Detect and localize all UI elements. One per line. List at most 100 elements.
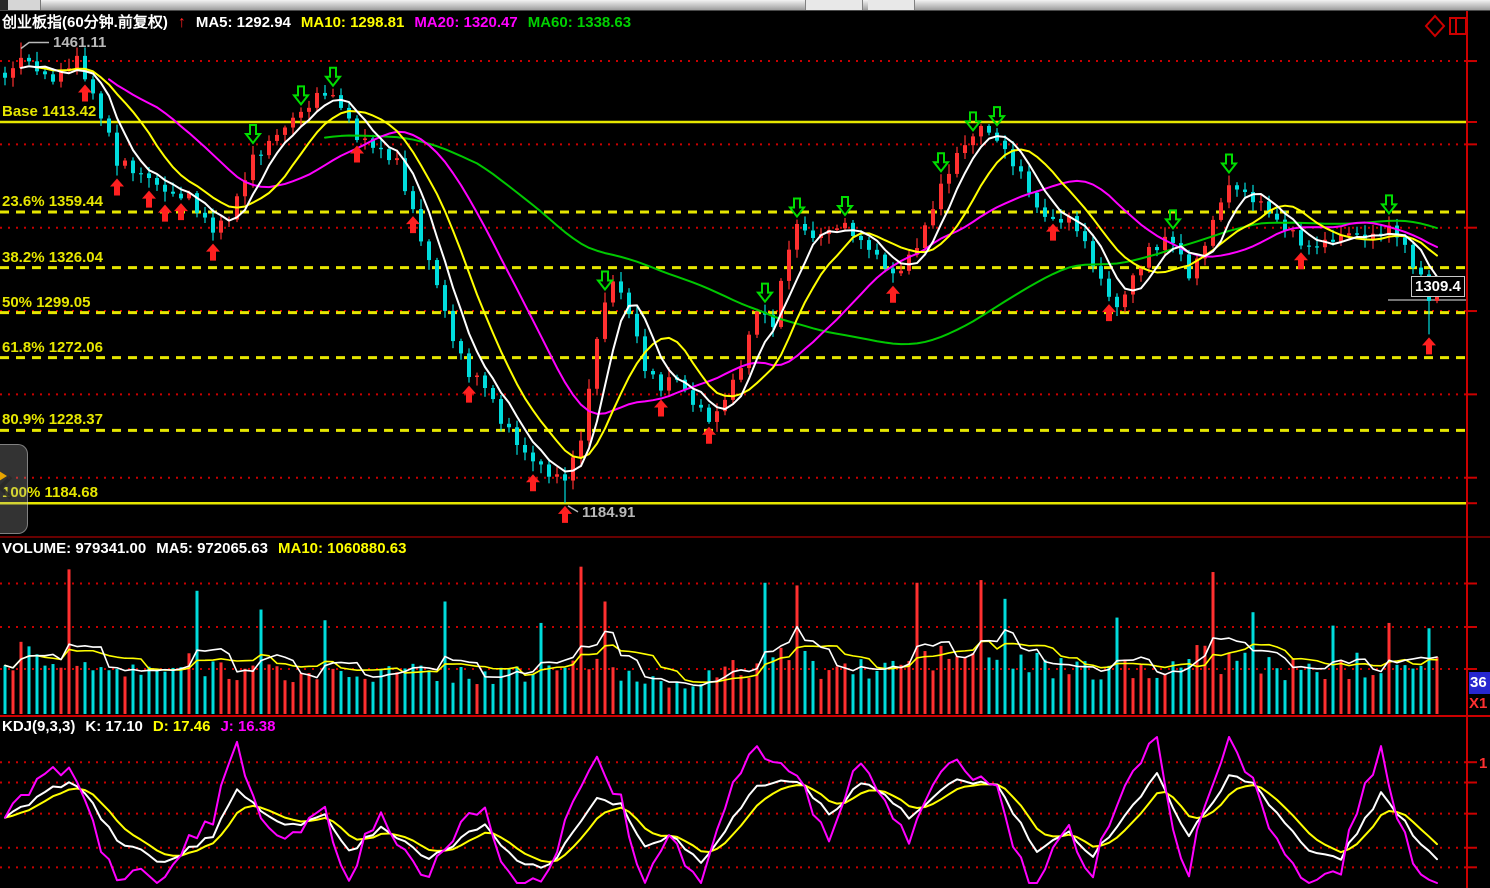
candle-body xyxy=(1083,231,1087,241)
candle-body xyxy=(379,148,383,149)
volume-multiplier-label: X1 xyxy=(1469,695,1487,712)
titlebar-button-1[interactable] xyxy=(805,0,863,10)
candle-body xyxy=(595,339,599,389)
volume-bar xyxy=(804,651,807,714)
volume-bar xyxy=(1436,657,1439,714)
volume-bar xyxy=(356,677,359,714)
volume-bar xyxy=(204,676,207,714)
volume-bar xyxy=(1252,612,1255,714)
volume-bar xyxy=(1196,645,1199,714)
candle-body xyxy=(587,389,591,441)
candle-body xyxy=(1003,141,1007,149)
volume-bar xyxy=(1172,661,1175,714)
titlebar-tab[interactable] xyxy=(8,0,41,10)
volume-bar xyxy=(556,670,559,714)
candle-body xyxy=(123,161,127,166)
volume-bar xyxy=(180,667,183,714)
candle-body xyxy=(1259,201,1263,202)
candle-body xyxy=(1235,185,1239,189)
volume-bar xyxy=(1124,659,1127,714)
chart-canvas[interactable] xyxy=(0,0,1490,888)
candle-body xyxy=(899,271,903,273)
volume-bar xyxy=(1060,658,1063,714)
candle-body xyxy=(203,213,207,218)
volume-bar xyxy=(1404,665,1407,714)
volume-bar xyxy=(244,669,247,714)
volume-bar xyxy=(4,665,7,714)
fibonacci-lines xyxy=(0,122,1466,503)
candle-body xyxy=(171,192,175,194)
split-window-icon[interactable] xyxy=(1450,18,1466,34)
volume-bar xyxy=(828,670,831,714)
volume-bar xyxy=(500,668,503,714)
signal-arrows xyxy=(78,68,1436,523)
window-titlebar[interactable] xyxy=(0,0,1490,11)
candle-body xyxy=(275,135,279,141)
candle-body xyxy=(803,224,807,230)
volume-bar xyxy=(700,684,703,714)
kdj-lines xyxy=(5,737,1437,883)
volume-bar xyxy=(1004,599,1007,714)
candle-body xyxy=(323,93,327,96)
volume-bar xyxy=(932,670,935,714)
candle-body xyxy=(459,341,463,353)
volume-bar xyxy=(1084,661,1087,714)
volume-bar xyxy=(1356,653,1359,714)
candle-body xyxy=(147,173,151,178)
sell-signal-arrow xyxy=(790,199,804,217)
volume-bar xyxy=(1164,674,1167,714)
candle-body xyxy=(1403,237,1407,244)
scroll-left-overlay[interactable] xyxy=(0,444,28,534)
volume-bar xyxy=(1268,657,1271,714)
buy-signal-arrow xyxy=(406,216,420,233)
candle-body xyxy=(283,128,287,135)
volume-bar xyxy=(972,653,975,714)
candle-body xyxy=(299,112,303,118)
volume-bar xyxy=(724,667,727,714)
fib-label: 80.9% 1228.37 xyxy=(2,411,103,428)
candle-body xyxy=(603,302,607,338)
volume-bar xyxy=(964,657,967,714)
candle-body xyxy=(155,178,159,185)
volume-bar xyxy=(580,567,583,714)
candle-body xyxy=(1299,230,1303,245)
volume-bar xyxy=(1276,668,1279,714)
candle-body xyxy=(499,399,503,424)
volume-bar xyxy=(52,664,55,714)
high-price-annotation: 1461.11 xyxy=(53,34,106,51)
volume-bar xyxy=(60,668,63,714)
candle-body xyxy=(1019,166,1023,171)
candle-body xyxy=(531,453,535,462)
volume-bar xyxy=(900,665,903,714)
candle-body xyxy=(419,209,423,241)
titlebar-button-2[interactable] xyxy=(868,0,915,10)
volume-bar xyxy=(764,583,767,714)
volume-bar xyxy=(668,688,671,714)
candle-body xyxy=(843,223,847,228)
volume-bar xyxy=(132,665,135,714)
volume-bar xyxy=(1052,678,1055,714)
ma5-legend: MA5: 1292.94 xyxy=(196,14,291,31)
diamond-icon[interactable] xyxy=(1426,16,1444,36)
candle-body xyxy=(355,118,359,140)
volume-bar xyxy=(148,667,151,714)
candle-body xyxy=(347,108,351,119)
volume-bar xyxy=(1324,679,1327,714)
volume-bar xyxy=(868,679,871,714)
volume-bar xyxy=(68,569,71,714)
volume-bar xyxy=(164,672,167,714)
volume-bar xyxy=(756,663,759,714)
volume-bar xyxy=(540,623,543,714)
volume-bar xyxy=(1348,679,1351,714)
kdj-k-value: K: 17.10 xyxy=(85,718,143,735)
volume-bar xyxy=(660,681,663,714)
candle-body xyxy=(3,73,7,78)
candle-body xyxy=(875,250,879,255)
trading-terminal: 创业板指(60分钟.前复权)↑MA5: 1292.94MA10: 1298.81… xyxy=(0,0,1490,888)
candle-body xyxy=(971,136,975,145)
volume-bar xyxy=(1028,672,1031,714)
volume-bar xyxy=(332,669,335,714)
volume-bar xyxy=(1068,674,1071,714)
candle-body xyxy=(43,71,47,74)
titlebar-left-cap xyxy=(0,0,8,10)
